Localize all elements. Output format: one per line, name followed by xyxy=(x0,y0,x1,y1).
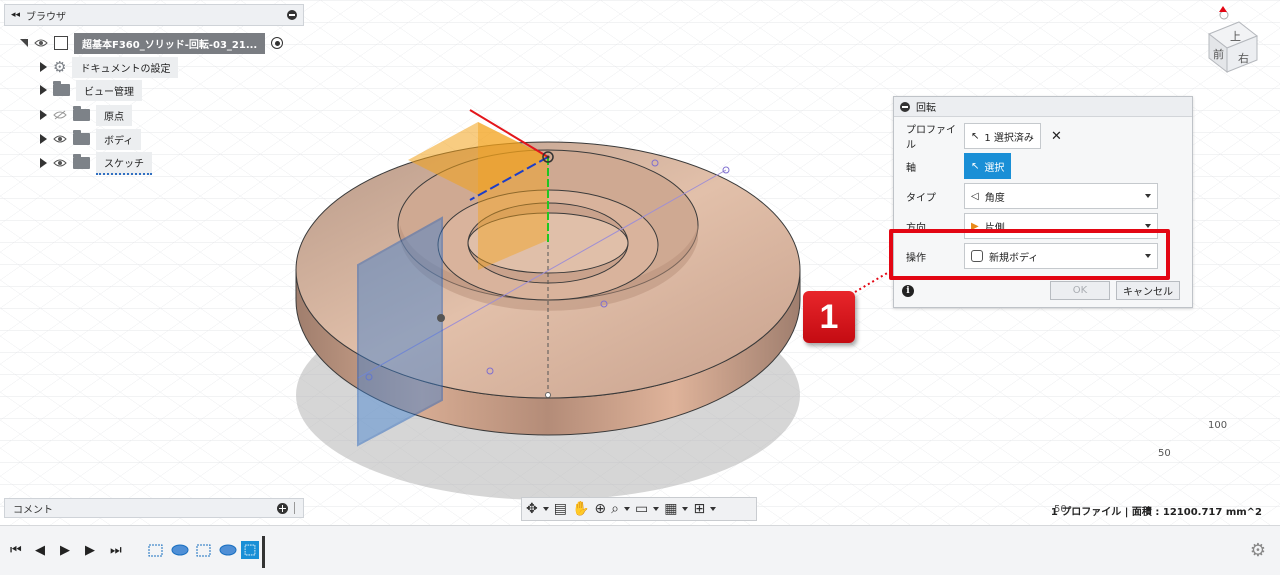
browser-root[interactable]: 超基本F360_ソリッド-回転-03_21... xyxy=(20,32,284,54)
chevron-down-icon[interactable] xyxy=(623,507,630,511)
angle-icon: ◁ xyxy=(971,190,979,202)
expand-triangle-icon[interactable] xyxy=(40,158,47,168)
grid-label: 50 xyxy=(1158,448,1171,459)
browser-item-label: 原点 xyxy=(96,104,132,126)
callout-badge: 1 xyxy=(803,291,855,343)
collapse-left-icon[interactable]: ◂◂ xyxy=(11,10,20,20)
browser-item-document-settings[interactable]: ⚙ ドキュメントの設定 xyxy=(40,56,179,78)
browser-panel: ◂◂ ブラウザ 超基本F360_ソリッド-回転-03_21... ⚙ ドキュメン… xyxy=(4,4,304,180)
type-row: タイプ ◁ 角度 xyxy=(894,183,1192,209)
info-icon[interactable]: i xyxy=(902,285,914,297)
type-label: タイプ xyxy=(906,192,936,204)
type-value: 角度 xyxy=(984,192,1005,204)
browser-title: ブラウザ xyxy=(26,11,67,23)
zoom-icon[interactable]: ⊕ xyxy=(594,502,606,516)
collapse-panel-icon[interactable] xyxy=(287,10,297,20)
cancel-button[interactable]: キャンセル xyxy=(1116,281,1180,300)
profile-value: 1 選択済み xyxy=(984,132,1034,144)
viewports-icon[interactable]: ⊞ xyxy=(693,502,705,516)
profile-row: プロファイル ↖ 1 選択済み ✕ xyxy=(894,123,1192,151)
expand-triangle-icon[interactable] xyxy=(40,62,47,72)
folder-icon xyxy=(53,81,70,96)
folder-icon xyxy=(73,154,90,169)
viewcube-right-label[interactable]: 右 xyxy=(1238,50,1249,66)
cursor-arrow-icon: ↖ xyxy=(971,160,980,172)
axis-select-button[interactable]: ↖ 選択 xyxy=(964,153,1012,179)
chevron-down-icon[interactable] xyxy=(682,507,689,511)
folder-icon xyxy=(73,130,90,145)
operation-highlight-box xyxy=(889,229,1170,280)
browser-item-label: ボディ xyxy=(96,128,142,150)
browser-item-label: ドキュメントの設定 xyxy=(72,56,179,78)
chevron-down-icon[interactable] xyxy=(653,507,660,511)
component-icon xyxy=(54,36,68,50)
browser-header[interactable]: ◂◂ ブラウザ xyxy=(4,4,304,26)
expand-triangle-icon[interactable] xyxy=(40,110,47,120)
browser-item-origin[interactable]: 原点 xyxy=(40,104,132,126)
add-comment-icon[interactable] xyxy=(277,502,288,514)
dialog-title: 回転 xyxy=(916,103,936,114)
eye-icon[interactable] xyxy=(53,158,67,168)
fit-icon[interactable]: ⌕ xyxy=(611,502,619,516)
eye-icon[interactable] xyxy=(34,38,48,48)
axis-row: 軸 ↖ 選択 xyxy=(894,153,1192,179)
play-icon[interactable]: ▶ xyxy=(60,544,70,557)
separator-icon xyxy=(294,502,295,514)
clear-selection-icon[interactable]: ✕ xyxy=(1051,129,1062,144)
activate-radio-icon[interactable] xyxy=(271,37,284,49)
eye-icon[interactable] xyxy=(53,134,67,144)
expand-triangle-icon[interactable] xyxy=(20,39,28,47)
timeline: ⏮ ◀ ▶ ▶ ⏭ ⚙ xyxy=(0,525,1280,575)
grid-label: 100 xyxy=(1208,420,1228,431)
dialog-header[interactable]: 回転 xyxy=(894,97,1192,117)
first-step-icon[interactable]: ⏮ xyxy=(10,544,22,557)
viewcube-top-label[interactable]: 上 xyxy=(1230,28,1241,44)
next-step-icon[interactable]: ▶ xyxy=(85,544,95,557)
grid-settings-icon[interactable]: ▦ xyxy=(664,502,677,516)
navigation-toolbar: ✥ ▤ ✋ ⊕ ⌕ ▭ ▦ ⊞ xyxy=(521,497,757,521)
comment-bar[interactable]: コメント xyxy=(4,498,304,518)
axis-label: 軸 xyxy=(906,162,916,174)
ok-button[interactable]: OK xyxy=(1050,281,1110,300)
browser-item-label: スケッチ xyxy=(96,151,152,175)
display-settings-icon[interactable]: ▭ xyxy=(635,502,648,516)
chevron-down-icon xyxy=(1145,224,1151,228)
settings-gear-icon[interactable]: ⚙ xyxy=(1250,540,1266,561)
last-step-icon[interactable]: ⏭ xyxy=(110,544,122,557)
cursor-arrow-icon: ↖ xyxy=(971,130,980,142)
root-component-label: 超基本F360_ソリッド-回転-03_21... xyxy=(74,32,266,54)
chevron-down-icon xyxy=(1145,194,1151,198)
chevron-down-icon[interactable] xyxy=(542,507,549,511)
type-dropdown[interactable]: ◁ 角度 xyxy=(964,183,1158,209)
sketch-feature-icon[interactable] xyxy=(194,541,214,559)
expand-triangle-icon[interactable] xyxy=(40,85,47,95)
comment-label: コメント xyxy=(13,504,53,516)
timeline-marker[interactable] xyxy=(262,536,265,568)
expand-triangle-icon[interactable] xyxy=(40,134,47,144)
gear-icon: ⚙ xyxy=(53,57,67,76)
folder-icon xyxy=(73,106,90,121)
view-cube[interactable]: 上 前 右 xyxy=(1201,6,1263,74)
browser-item-named-views[interactable]: ビュー管理 xyxy=(40,79,142,101)
eye-hidden-icon[interactable] xyxy=(53,110,67,120)
profile-label: プロファイル xyxy=(906,125,956,151)
selection-status: 1 プロファイル | 面積 : 12100.717 mm^2 xyxy=(1050,507,1262,518)
previous-step-icon[interactable]: ◀ xyxy=(35,544,45,557)
pan-icon[interactable]: ✋ xyxy=(572,502,589,516)
active-sketch-feature-icon[interactable] xyxy=(240,541,260,559)
look-at-icon[interactable]: ▤ xyxy=(554,502,567,516)
revolve-feature-icon[interactable] xyxy=(170,541,190,559)
chevron-down-icon[interactable] xyxy=(710,507,717,511)
browser-item-sketches[interactable]: スケッチ xyxy=(40,151,152,175)
profile-selection[interactable]: ↖ 1 選択済み xyxy=(964,123,1041,149)
orbit-icon[interactable]: ✥ xyxy=(526,502,538,516)
browser-item-label: ビュー管理 xyxy=(76,79,142,101)
collapse-dialog-icon[interactable] xyxy=(900,101,910,112)
viewcube-front-label[interactable]: 前 xyxy=(1213,46,1224,62)
sketch-feature-icon[interactable] xyxy=(146,541,166,559)
axis-value: 選択 xyxy=(984,162,1005,174)
revolve-feature-icon[interactable] xyxy=(218,541,238,559)
browser-item-bodies[interactable]: ボディ xyxy=(40,128,142,150)
